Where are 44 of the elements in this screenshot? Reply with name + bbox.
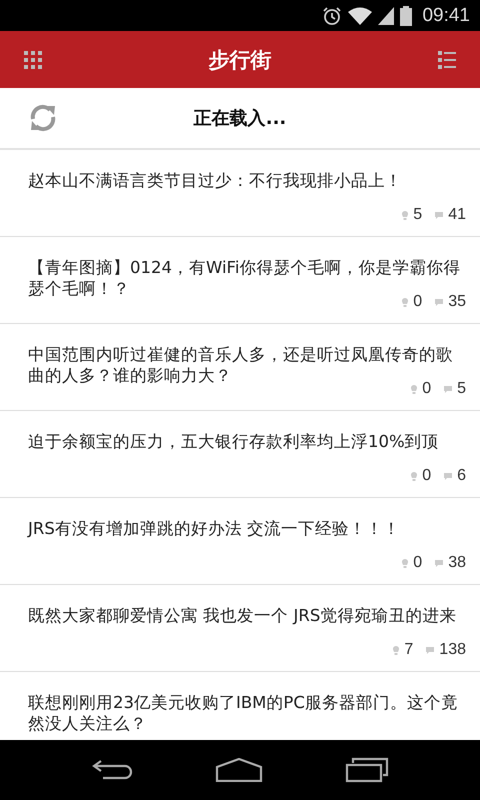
alarm-clock-icon xyxy=(322,6,342,26)
comment-icon xyxy=(435,560,444,566)
grid-menu-icon[interactable] xyxy=(24,50,42,68)
post-item[interactable]: 既然大家都聊爱情公寓 我也发一个 JRS觉得宛瑜丑的进来 7 138 xyxy=(0,585,480,672)
post-title: 迫于余额宝的压力，五大银行存款利率均上浮10%到顶 xyxy=(28,431,440,452)
like-count: 0 xyxy=(422,467,432,485)
wifi-icon xyxy=(348,6,372,24)
signal-icon xyxy=(378,6,394,24)
comment-count: 5 xyxy=(457,380,466,398)
bulb-icon xyxy=(393,646,400,654)
bulb-icon xyxy=(411,472,418,480)
comment-count: 38 xyxy=(448,554,466,572)
comment-icon xyxy=(426,646,434,654)
comment-count: 41 xyxy=(448,206,466,224)
post-item[interactable]: 赵本山不满语言类节目过少：不行我现排小品上！ 5 41 xyxy=(0,150,480,237)
clock-time: 09:41 xyxy=(422,4,470,26)
comment-icon xyxy=(444,472,452,480)
back-icon[interactable] xyxy=(91,759,133,781)
recent-apps-icon[interactable] xyxy=(345,757,389,783)
bulb-icon xyxy=(411,384,418,394)
bulb-icon xyxy=(402,558,408,568)
comment-count: 35 xyxy=(448,293,466,311)
home-icon[interactable] xyxy=(215,758,263,782)
bulb-icon xyxy=(402,210,408,220)
comment-icon xyxy=(435,212,444,218)
comment-count: 6 xyxy=(457,467,466,485)
page-title: 步行街 xyxy=(208,46,272,74)
like-count: 7 xyxy=(404,641,414,659)
like-count: 5 xyxy=(413,206,422,224)
post-title: 赵本山不满语言类节目过少：不行我现排小品上！ xyxy=(28,170,403,191)
post-item[interactable]: JRS有没有增加弹跳的好办法 交流一下经验！！！ 0 38 xyxy=(0,498,480,585)
comment-count: 138 xyxy=(439,641,466,659)
like-count: 0 xyxy=(413,554,422,572)
post-title: 联想刚刚用23亿美元收购了IBM的PC服务器部门。这个竟然没人关注么？ xyxy=(28,692,459,734)
comment-icon xyxy=(435,298,444,306)
post-title: 既然大家都聊爱情公寓 我也发一个 JRS觉得宛瑜丑的进来 xyxy=(28,605,458,626)
bulb-icon xyxy=(402,298,408,306)
loading-text: 正在载入... xyxy=(194,107,286,130)
refresh-icon[interactable] xyxy=(28,103,58,133)
battery-icon xyxy=(400,6,412,26)
list-icon[interactable] xyxy=(438,50,456,68)
comment-icon xyxy=(444,386,452,392)
post-item[interactable]: 迫于余额宝的压力，五大银行存款利率均上浮10%到顶 0 6 xyxy=(0,411,480,498)
post-title: JRS有没有增加弹跳的好办法 交流一下经验！！！ xyxy=(28,518,402,539)
